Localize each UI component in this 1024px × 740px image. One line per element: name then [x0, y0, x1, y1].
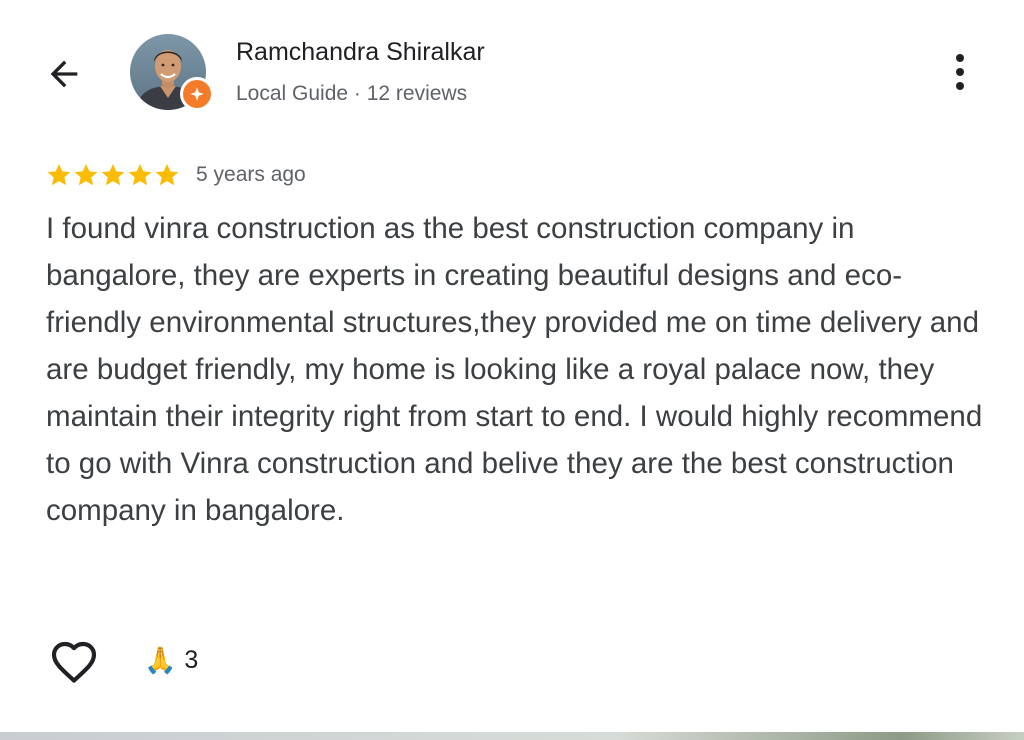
local-guide-badge [180, 77, 214, 111]
star-icon [74, 163, 98, 186]
folded-hands-emoji: 🙏 [144, 645, 177, 676]
more-options-button[interactable] [938, 48, 982, 96]
rating-row: 5 years ago [46, 162, 306, 188]
star-icon [101, 163, 125, 186]
review-time: 5 years ago [196, 163, 306, 186]
star-badge-icon [190, 87, 204, 101]
more-vertical-icon [956, 54, 964, 90]
back-button[interactable] [40, 50, 88, 98]
star-icon [155, 163, 179, 186]
background-strip [0, 732, 1024, 740]
star-icon [47, 163, 71, 186]
reaction-summary[interactable]: 🙏 3 [144, 646, 198, 675]
review-card: Ramchandra Shiralkar Local Guide · 12 re… [0, 0, 1024, 734]
user-avatar-container[interactable] [130, 34, 214, 112]
reaction-count: 3 [184, 646, 199, 674]
heart-outline-icon [51, 641, 97, 683]
star-rating [46, 162, 180, 188]
reviewer-name[interactable]: Ramchandra Shiralkar [236, 38, 485, 67]
star-icon [128, 163, 152, 186]
reviewer-meta: Local Guide · 12 reviews [236, 82, 468, 105]
review-body: I found vinra construction as the best c… [46, 212, 983, 527]
like-button[interactable] [48, 638, 100, 686]
arrow-left-icon [50, 60, 78, 88]
